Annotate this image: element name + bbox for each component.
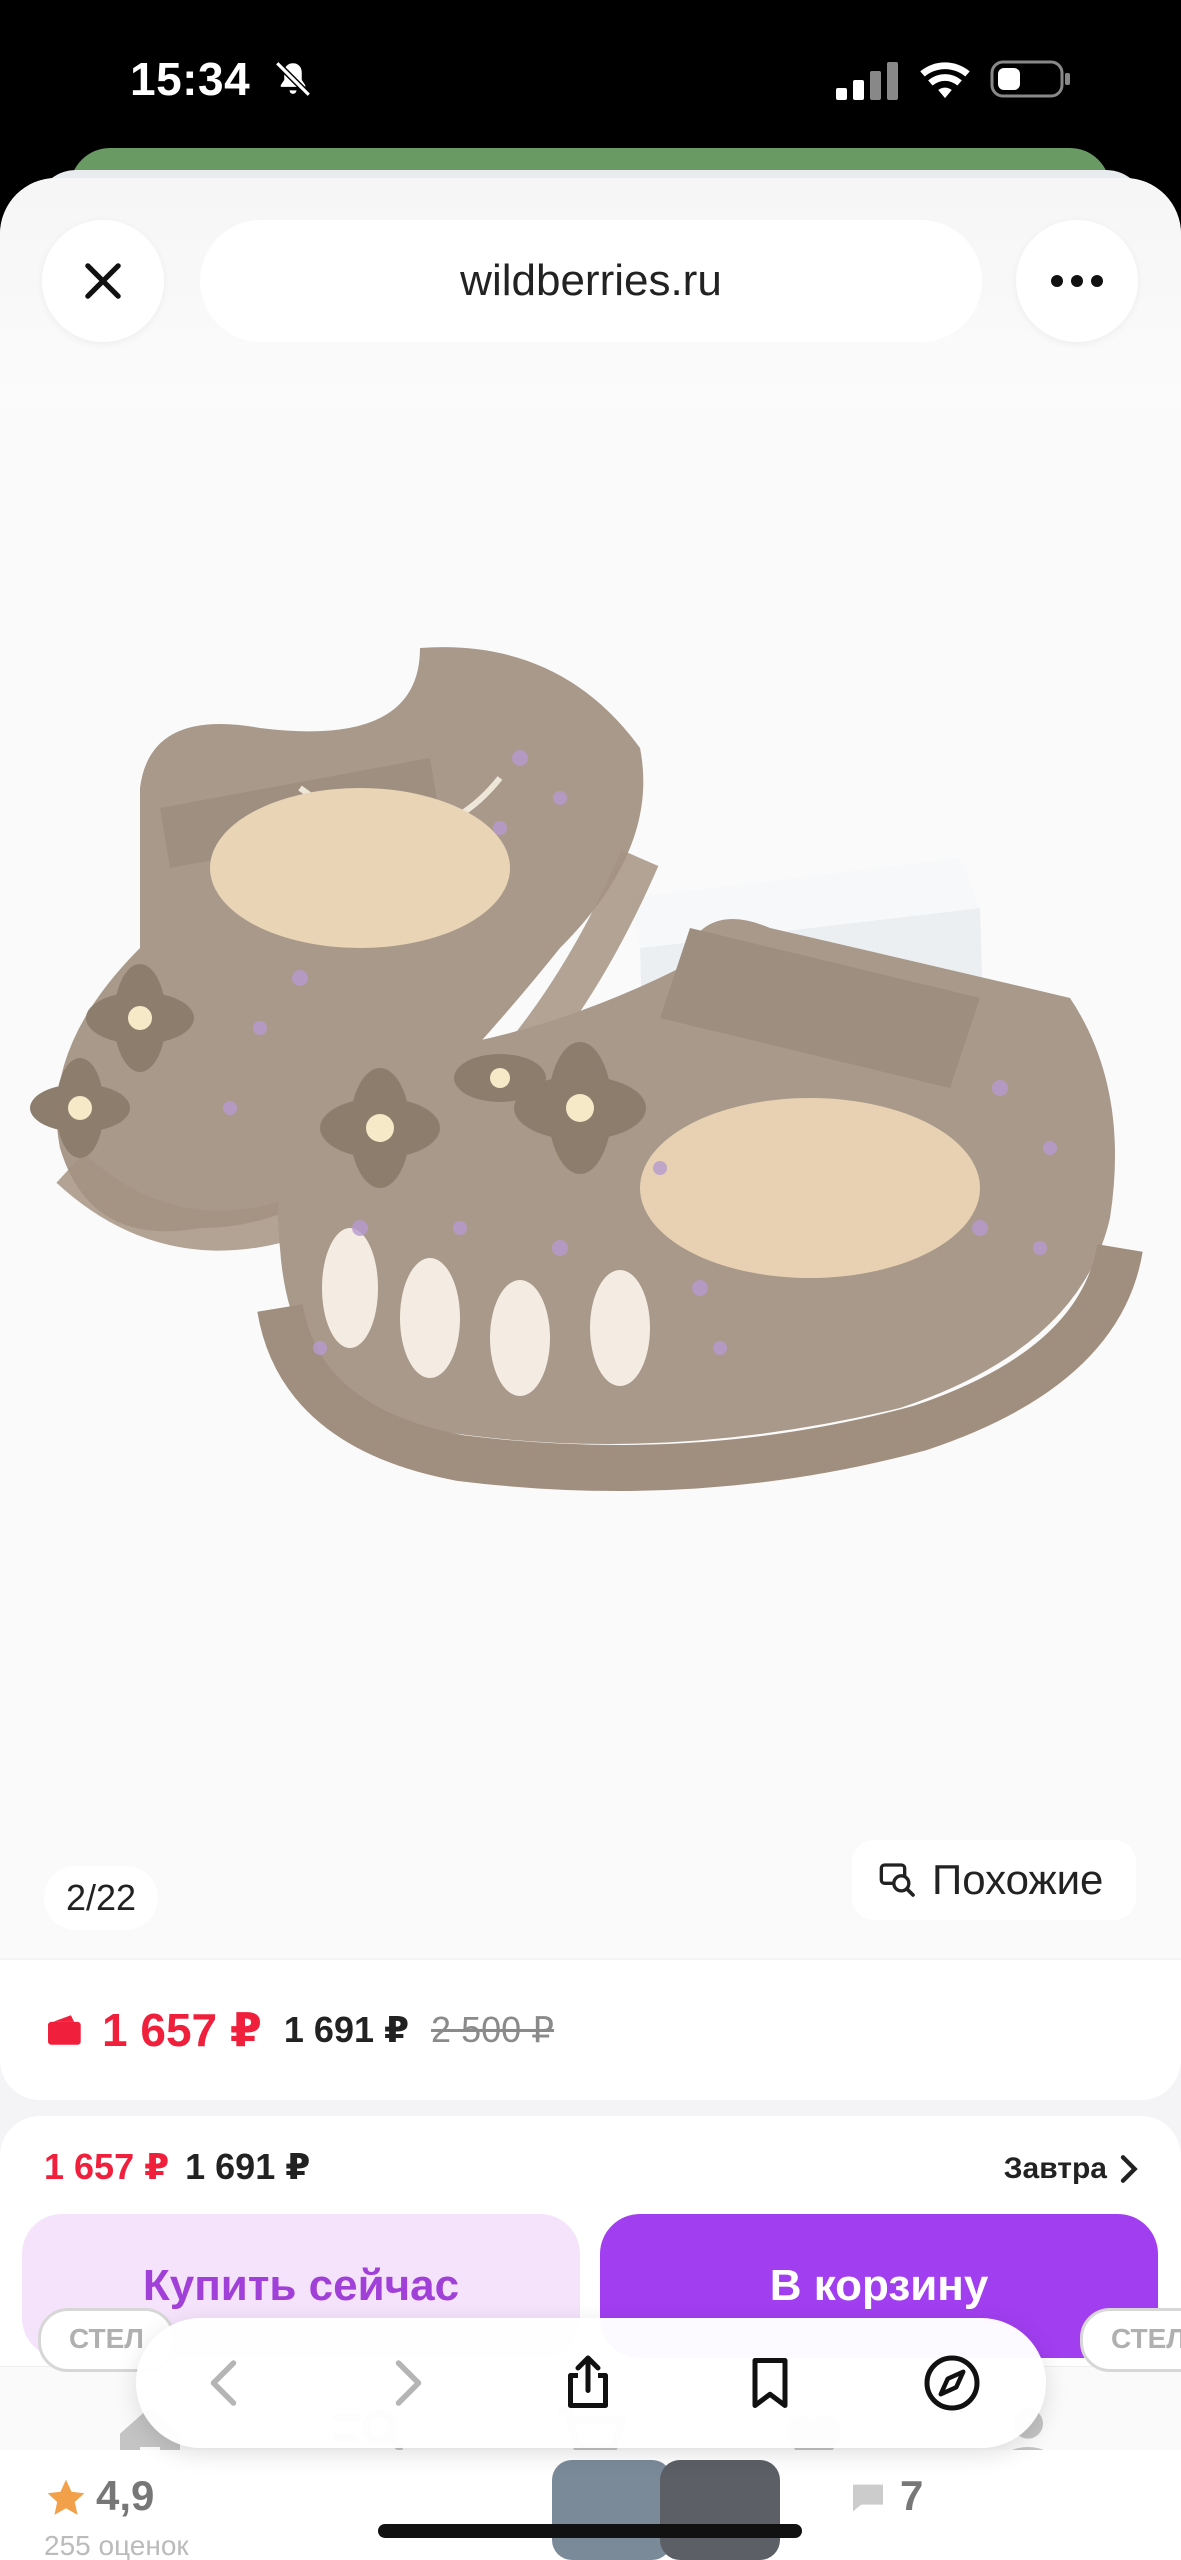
questions-count: 7 bbox=[900, 2472, 924, 2519]
buy-panel-price-regular: 1 691 ₽ bbox=[185, 2146, 311, 2187]
forward-arrow-icon[interactable] bbox=[376, 2353, 436, 2413]
image-counter: 2/22 bbox=[44, 1866, 159, 1930]
review-photo-thumb[interactable] bbox=[552, 2460, 672, 2560]
cellular-signal-icon bbox=[836, 62, 898, 100]
safari-toolbar bbox=[136, 2318, 1046, 2448]
price-regular: 1 691 ₽ bbox=[283, 2009, 410, 2050]
ratings-count: 255 оценок bbox=[44, 2530, 189, 2560]
url-bar[interactable]: wildberries.ru bbox=[200, 220, 982, 342]
price-wallet: 1 657 ₽ bbox=[102, 2004, 262, 2056]
battery-icon bbox=[990, 60, 1070, 98]
questions-icon bbox=[853, 2484, 883, 2512]
buy-panel-prices: 1 657 ₽ 1 691 ₽ bbox=[44, 2146, 310, 2188]
close-button[interactable] bbox=[42, 220, 164, 342]
home-indicator[interactable] bbox=[378, 2524, 802, 2538]
browser-sheet: wildberries.ru 2/22 Похожие 1 657 ₽ 1 69… bbox=[0, 178, 1181, 2560]
delivery-date: Завтра bbox=[1003, 2152, 1107, 2185]
price-old: 2 500 ₽ bbox=[431, 2009, 555, 2050]
reviews-summary-row: 4,9 255 оценок 7 bbox=[0, 2450, 1181, 2560]
similar-button[interactable]: Похожие bbox=[852, 1840, 1136, 1920]
wallet-icon bbox=[48, 2015, 81, 2045]
status-bar: 15:34 bbox=[0, 0, 1181, 160]
delivery-date-link[interactable]: Завтра bbox=[1004, 2152, 1139, 2186]
product-gallery[interactable]: 2/22 Похожие bbox=[0, 408, 1181, 1958]
chip-right[interactable]: СТЕЛ bbox=[1080, 2308, 1181, 2372]
rating-value: 4,9 bbox=[96, 2472, 155, 2519]
review-photo-thumb[interactable] bbox=[660, 2460, 780, 2560]
bell-muted-icon bbox=[275, 61, 311, 97]
similar-search-icon bbox=[879, 1863, 915, 1897]
compass-icon[interactable] bbox=[922, 2353, 982, 2413]
product-photo bbox=[30, 647, 1143, 1491]
bookmarks-icon[interactable] bbox=[740, 2353, 800, 2413]
price-card: 1 657 ₽ 1 691 ₽ 2 500 ₽ bbox=[0, 1960, 1181, 2100]
back-arrow-icon[interactable] bbox=[196, 2353, 256, 2413]
buy-panel-price-wallet: 1 657 ₽ bbox=[44, 2146, 170, 2187]
chevron-right-icon bbox=[1120, 2155, 1138, 2183]
close-icon bbox=[85, 263, 121, 299]
url-text: wildberries.ru bbox=[460, 256, 722, 305]
status-time: 15:34 bbox=[130, 53, 251, 105]
wifi-icon bbox=[920, 62, 970, 99]
more-button[interactable] bbox=[1016, 220, 1138, 342]
similar-label: Похожие bbox=[932, 1856, 1104, 1903]
more-icon bbox=[1051, 275, 1103, 287]
star-icon bbox=[47, 2479, 85, 2515]
share-icon[interactable] bbox=[558, 2353, 618, 2413]
browser-header: wildberries.ru bbox=[0, 178, 1181, 408]
